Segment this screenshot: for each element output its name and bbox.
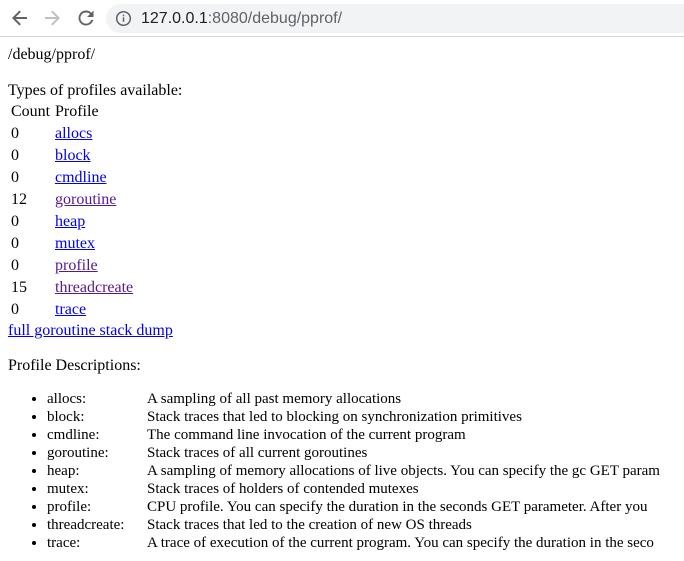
descriptions-heading: Profile Descriptions: xyxy=(8,357,141,374)
description-profile-name: goroutine: xyxy=(47,445,109,461)
profile-count: 0 xyxy=(11,169,19,186)
back-button[interactable] xyxy=(8,6,32,30)
profile-link-mutex[interactable]: mutex xyxy=(55,235,95,252)
profile-cell: allocs xyxy=(54,124,134,144)
profile-cell: profile xyxy=(54,256,134,276)
description-item: goroutine: Stack traces of all current go… xyxy=(47,444,684,462)
description-item: trace: A trace of execution of the curren… xyxy=(47,534,684,552)
description-text: CPU profile. You can specify the duratio… xyxy=(147,499,648,515)
profile-cell: cmdline xyxy=(54,168,134,188)
profile-count: 0 xyxy=(11,257,19,274)
profiles-table: Count Profile 0 allocs 0 block 0 cmdline 12 gor… xyxy=(8,100,136,322)
profile-count: 0 xyxy=(11,147,19,164)
profile-link-threadcreate[interactable]: threadcreate xyxy=(55,279,133,296)
forward-button[interactable] xyxy=(40,6,64,30)
count-column-header: Count xyxy=(11,103,51,120)
table-row: 0 profile xyxy=(10,256,134,276)
description-profile-name: profile: xyxy=(47,499,92,515)
profiles-table-body: 0 allocs 0 block 0 cmdline 12 goroutine 0 heap 0 mu… xyxy=(10,124,134,320)
profile-count: 0 xyxy=(11,213,19,230)
url-text[interactable]: 127.0.0.1:8080/debug/pprof/ xyxy=(141,9,342,28)
table-header-row: Count Profile xyxy=(10,102,134,122)
back-arrow-icon xyxy=(12,10,27,26)
info-circle-icon[interactable] xyxy=(115,10,132,27)
address-bar[interactable]: 127.0.0.1:8080/debug/pprof/ xyxy=(106,4,684,33)
description-profile-name: block: xyxy=(47,409,85,425)
profile-cell: heap xyxy=(54,212,134,232)
profile-link-trace[interactable]: trace xyxy=(55,301,86,318)
profile-link-profile[interactable]: profile xyxy=(55,257,98,274)
reload-icon xyxy=(78,10,94,26)
types-heading: Types of profiles available: xyxy=(8,82,183,99)
description-profile-name: trace: xyxy=(47,535,81,551)
description-item: allocs: A sampling of all past memory all… xyxy=(47,390,684,408)
profile-count: 12 xyxy=(11,191,27,208)
description-profile-name: cmdline: xyxy=(47,427,100,443)
description-item: mutex: Stack traces of holders of contend… xyxy=(47,480,684,498)
table-row: 0 allocs xyxy=(10,124,134,144)
profile-count: 0 xyxy=(11,125,19,142)
profile-cell: block xyxy=(54,146,134,166)
profile-cell: mutex xyxy=(54,234,134,254)
profile-count: 0 xyxy=(11,301,19,318)
forward-arrow-icon xyxy=(45,10,60,26)
full-dump-container: full goroutine stack dump xyxy=(8,322,173,340)
description-profile-name: allocs: xyxy=(47,391,87,407)
profile-column-header: Profile xyxy=(55,103,99,120)
description-text: A sampling of all past memory allocation… xyxy=(147,391,402,407)
table-row: 12 goroutine xyxy=(10,190,134,210)
table-row: 0 mutex xyxy=(10,234,134,254)
description-text: Stack traces that led to the creation of… xyxy=(147,517,472,533)
page-content: /debug/pprof/ Types of profiles availabl… xyxy=(0,37,684,561)
description-profile-name: mutex: xyxy=(47,481,89,497)
url-host: 127.0.0.1 xyxy=(141,10,208,27)
full-goroutine-dump-link[interactable]: full goroutine stack dump xyxy=(8,322,173,339)
browser-toolbar: 127.0.0.1:8080/debug/pprof/ xyxy=(0,0,684,37)
table-row: 0 cmdline xyxy=(10,168,134,188)
profile-link-allocs[interactable]: allocs xyxy=(55,125,92,142)
page-path-heading: /debug/pprof/ xyxy=(8,46,96,63)
description-text: Stack traces that led to blocking on syn… xyxy=(147,409,522,425)
description-text: The command line invocation of the curre… xyxy=(147,427,466,443)
profile-cell: trace xyxy=(54,300,134,320)
url-path: :8080/debug/pprof/ xyxy=(207,10,343,27)
table-row: 0 block xyxy=(10,146,134,166)
description-item: block: Stack traces that led to blocking … xyxy=(47,408,684,426)
profile-link-cmdline[interactable]: cmdline xyxy=(55,169,107,186)
profile-link-goroutine[interactable]: goroutine xyxy=(55,191,116,208)
description-text: A trace of execution of the current prog… xyxy=(147,535,654,551)
descriptions-list: allocs: A sampling of all past memory all… xyxy=(0,390,684,552)
description-profile-name: heap: xyxy=(47,463,80,479)
description-item: cmdline: The command line invocation of t… xyxy=(47,426,684,444)
description-item: threadcreate: Stack traces that led to th… xyxy=(47,516,684,534)
profile-count: 0 xyxy=(11,235,19,252)
description-text: Stack traces of holders of contended mut… xyxy=(147,481,419,497)
description-text: Stack traces of all current goroutines xyxy=(147,445,368,461)
table-row: 15 threadcreate xyxy=(10,278,134,298)
profile-link-block[interactable]: block xyxy=(55,147,91,164)
profile-cell: threadcreate xyxy=(54,278,134,298)
description-profile-name: threadcreate: xyxy=(47,517,125,533)
description-text: A sampling of memory allocations of live… xyxy=(147,463,660,479)
profile-cell: goroutine xyxy=(54,190,134,210)
description-item: profile: CPU profile. You can specify the… xyxy=(47,498,684,516)
profile-link-heap[interactable]: heap xyxy=(55,213,85,230)
profile-count: 15 xyxy=(11,279,27,296)
description-item: heap: A sampling of memory allocations of… xyxy=(47,462,684,480)
table-row: 0 trace xyxy=(10,300,134,320)
reload-button[interactable] xyxy=(74,6,98,30)
table-row: 0 heap xyxy=(10,212,134,232)
